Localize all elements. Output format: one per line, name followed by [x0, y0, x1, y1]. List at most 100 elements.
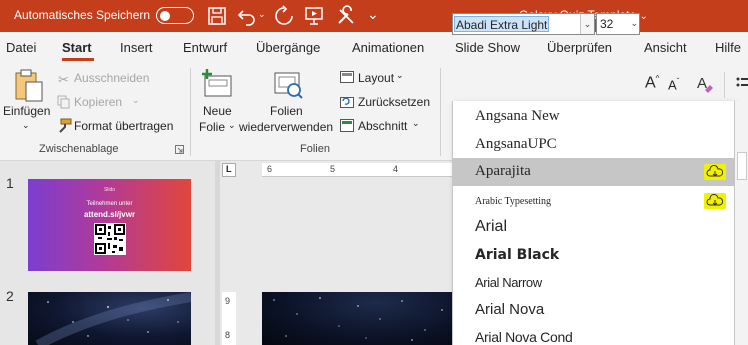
tools-icon[interactable] — [335, 5, 357, 27]
paste-chevron-icon[interactable]: ⌄ — [22, 120, 30, 131]
slide-thumbnail-1[interactable]: Slido Teilnehmen unter attend.sl/jvwr — [28, 179, 191, 271]
font-option-arial-narrow[interactable]: Arial Narrow — [453, 270, 734, 298]
group-separator — [190, 68, 191, 156]
font-option-angsanaupc[interactable]: AngsanaUPC — [453, 131, 734, 159]
new-slide-label-1[interactable]: Neue — [203, 104, 232, 118]
reuse-slides-icon[interactable] — [272, 68, 304, 100]
new-slide-label-2[interactable]: Folie — [199, 120, 225, 134]
font-name-combobox[interactable]: Abadi Extra Light ⌄ — [452, 13, 595, 35]
font-option-label: Arial — [475, 218, 508, 235]
section-button[interactable]: Abschnitt — [358, 119, 407, 133]
font-dropdown-list[interactable]: Angsana New AngsanaUPC Aparajita Arabic … — [452, 101, 735, 345]
tab-start[interactable]: Start — [62, 40, 92, 55]
font-option-aparajita[interactable]: Aparajita — [453, 158, 734, 186]
ruler-number: 9 — [225, 296, 231, 306]
autosave-toggle[interactable] — [156, 7, 194, 24]
paste-label[interactable]: Einfügen — [3, 104, 50, 118]
font-option-angsana-new[interactable]: Angsana New — [453, 103, 734, 131]
slide1-text-2: attend.sl/jvwr — [83, 210, 136, 219]
tab-insert[interactable]: Insert — [120, 40, 153, 55]
vertical-ruler[interactable]: 9 8 — [222, 292, 236, 345]
slides-group-label: Folien — [300, 143, 330, 155]
horizontal-ruler[interactable]: 6 5 4 — [262, 163, 452, 177]
galaxy-image — [35, 292, 192, 345]
font-size-dropdown-icon[interactable]: ⌄ — [630, 18, 638, 29]
font-option-arial[interactable]: Arial — [453, 213, 734, 241]
layout-button[interactable]: Layout — [358, 71, 394, 85]
tab-slide-show[interactable]: Slide Show — [455, 40, 520, 55]
toggle-knob — [160, 10, 170, 21]
qr-code-icon — [94, 223, 126, 255]
tab-uebergaenge[interactable]: Übergänge — [256, 40, 320, 55]
autosave-label: Automatisches Speichern — [14, 8, 151, 22]
font-option-label: Arial Nova — [475, 301, 545, 318]
font-name-input[interactable]: Abadi Extra Light — [454, 16, 550, 32]
tab-hilfe[interactable]: Hilfe — [715, 40, 741, 55]
slide-number-1: 1 — [6, 175, 14, 191]
new-slide-icon[interactable] — [201, 68, 233, 100]
title-chevron-icon: ⌄ — [639, 11, 648, 22]
copy-button[interactable]: Kopieren — [74, 95, 122, 109]
shrink-font-label: A — [668, 77, 677, 93]
reuse-slides-label-1[interactable]: Folien — [270, 104, 303, 118]
font-option-arial-nova[interactable]: Arial Nova — [453, 296, 734, 324]
reset-button[interactable]: Zurücksetzen — [358, 95, 430, 109]
ribbon-tabs: Datei Start Insert Entwurf Übergänge Ani… — [0, 32, 748, 62]
more-icon[interactable]: ⌄ — [367, 6, 379, 23]
new-slide-chevron-icon[interactable]: ⌄ — [228, 120, 236, 131]
layout-icon — [340, 71, 354, 83]
dialog-launcher-icon[interactable] — [175, 145, 184, 154]
bullets-icon[interactable] — [736, 76, 748, 92]
shrink-font-button[interactable]: Aˇ — [668, 77, 679, 92]
tab-datei[interactable]: Datei — [6, 40, 36, 55]
save-icon[interactable] — [206, 5, 228, 27]
font-option-label: Angsana New — [475, 108, 560, 124]
font-option-label: AngsanaUPC — [475, 136, 557, 152]
font-dropdown-arrow-icon[interactable]: ⌄ — [580, 14, 594, 34]
copy-chevron-icon[interactable]: ⌄ — [132, 95, 140, 106]
slide1-text-1: Teilnehmen unter — [86, 201, 133, 207]
undo-chevron-icon[interactable]: ⌄ — [258, 9, 266, 20]
ruler-number: 8 — [225, 330, 231, 340]
reuse-slides-label-2[interactable]: wiederverwenden — [239, 120, 333, 134]
section-icon — [340, 119, 354, 132]
tab-ansicht[interactable]: Ansicht — [644, 40, 687, 55]
font-option-arial-black[interactable]: Arial Black — [453, 242, 734, 270]
cut-button[interactable]: Ausschneiden — [74, 71, 149, 85]
font-option-arial-nova-cond[interactable]: Arial Nova Cond — [453, 324, 734, 345]
present-icon[interactable] — [303, 5, 325, 27]
section-chevron-icon[interactable]: ⌄ — [412, 118, 420, 129]
scrollbar-thumb[interactable] — [737, 152, 747, 180]
grow-font-button[interactable]: A^ — [645, 74, 659, 92]
tab-ueberpruefen[interactable]: Überprüfen — [547, 40, 612, 55]
group-separator — [724, 72, 725, 98]
tab-stop-selector[interactable]: L — [222, 163, 236, 177]
clear-formatting-icon[interactable]: A — [696, 74, 714, 94]
tab-entwurf[interactable]: Entwurf — [183, 40, 227, 55]
font-option-arabic-typesetting[interactable]: Arabic Typesetting — [453, 187, 734, 215]
font-size-input[interactable]: 32 — [600, 17, 613, 31]
tab-stop-label: L — [226, 164, 232, 174]
slide1-logo: Slido — [103, 187, 116, 193]
undo-icon[interactable] — [236, 5, 258, 27]
slide-canvas[interactable] — [262, 292, 452, 345]
ruler-number: 5 — [330, 164, 336, 174]
ruler-number: 6 — [267, 164, 273, 174]
canvas-scrollbar[interactable] — [735, 101, 748, 345]
slide-thumbnail-2[interactable] — [28, 292, 192, 345]
active-tab-indicator — [62, 58, 94, 61]
cloud-download-icon — [704, 164, 726, 180]
format-painter-button[interactable]: Format übertragen — [74, 119, 173, 133]
reset-icon — [340, 97, 354, 108]
tab-animationen[interactable]: Animationen — [352, 40, 424, 55]
grow-font-label: A — [645, 74, 656, 92]
redo-icon[interactable] — [273, 5, 295, 27]
layout-chevron-icon[interactable]: ⌄ — [396, 70, 404, 81]
font-option-label: Arial Black — [475, 247, 560, 263]
font-size-combobox[interactable]: 32 ⌄ — [596, 13, 640, 35]
cloud-download-icon — [704, 193, 726, 209]
format-painter-icon — [59, 118, 72, 133]
paste-icon[interactable] — [12, 68, 44, 102]
font-option-label: Arial Narrow — [475, 275, 542, 290]
cut-icon: ✂ — [58, 72, 69, 87]
